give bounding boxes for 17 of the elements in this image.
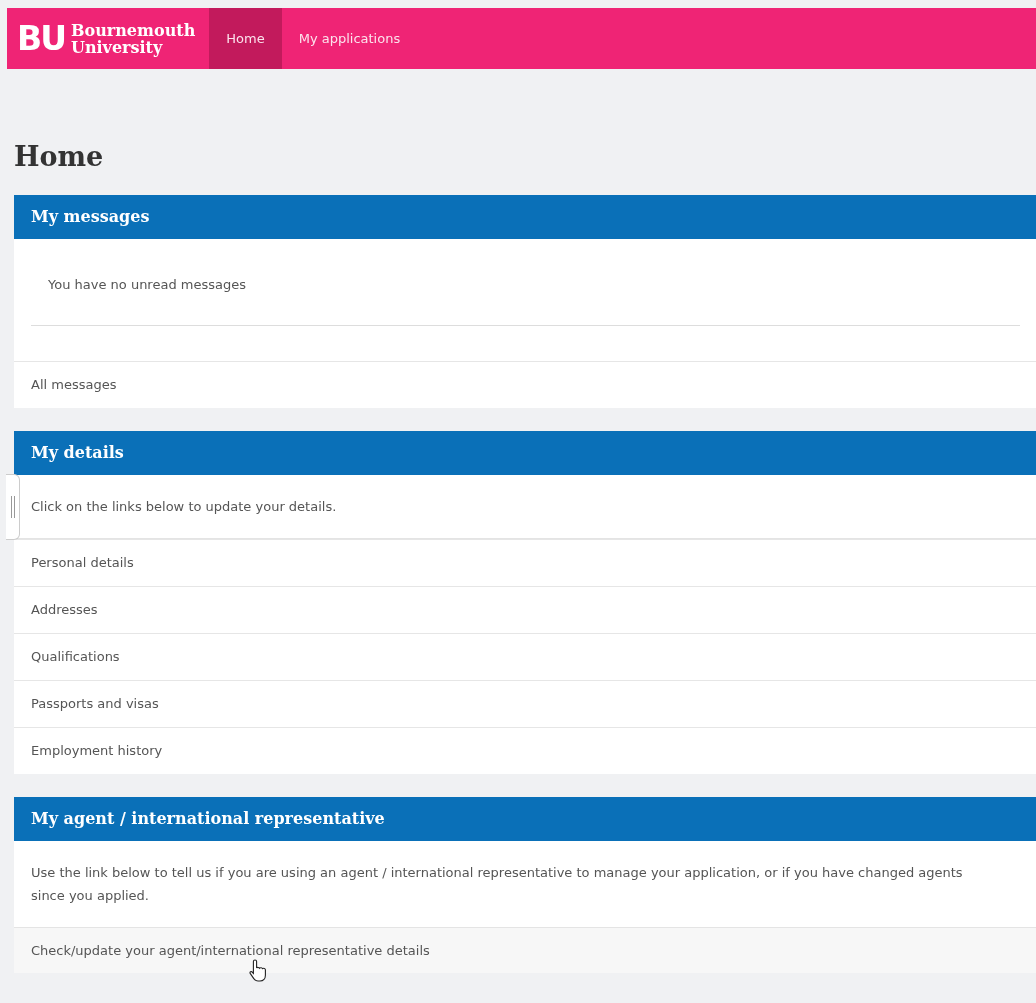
link-row[interactable]: Check/update your agent/international representative details — [14, 928, 1036, 973]
sidebar-handle-icon[interactable] — [6, 474, 20, 540]
link-row[interactable]: Addresses — [14, 586, 1036, 633]
link-row[interactable]: Employment history — [14, 727, 1036, 774]
panel-heading: My messages — [14, 195, 1036, 239]
link-row[interactable]: All messages — [14, 361, 1036, 408]
pointer-hand-icon — [248, 958, 268, 982]
message-text: You have no unread messages — [48, 277, 247, 292]
page-title: Home — [14, 141, 105, 173]
nav-tab[interactable]: Home — [209, 8, 282, 69]
panel-heading: My details — [14, 431, 1036, 475]
logo-letters[interactable]: BU — [17, 22, 65, 55]
link-row[interactable]: Personal details — [14, 539, 1036, 586]
panel-heading: My agent / international representative — [14, 797, 1036, 841]
logo-name[interactable]: Bournemouth University — [70, 21, 196, 56]
link-row[interactable]: Passports and visas — [14, 680, 1036, 727]
link-row[interactable]: Qualifications — [14, 633, 1036, 680]
